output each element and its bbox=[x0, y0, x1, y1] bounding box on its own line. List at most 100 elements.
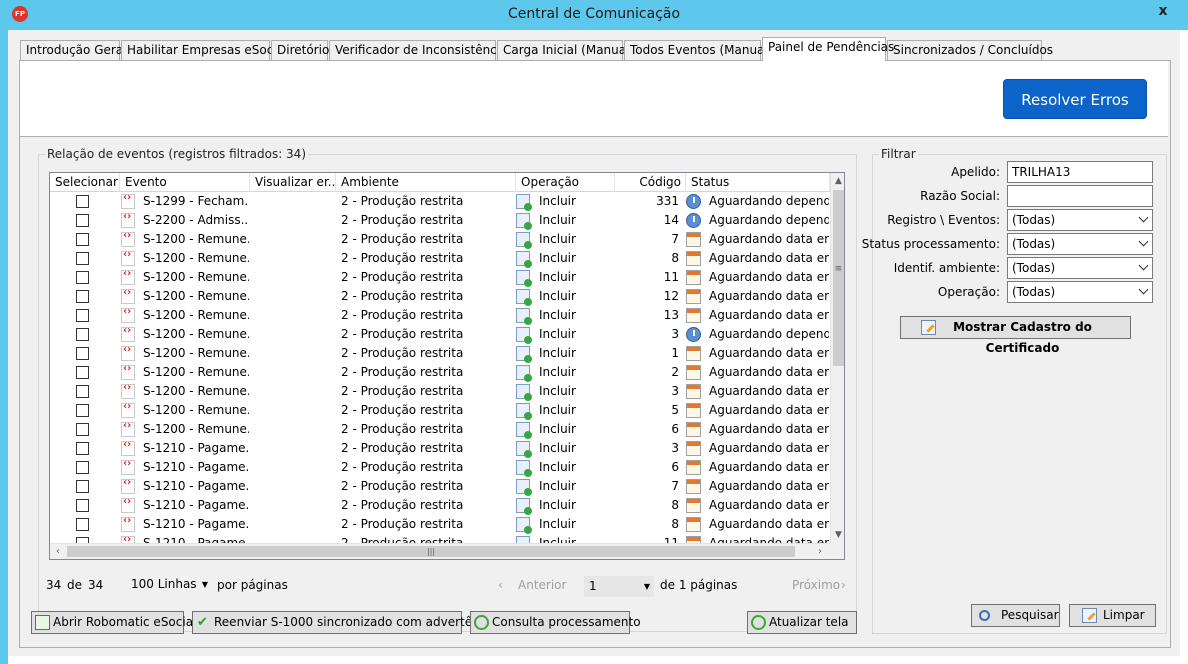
column-header[interactable]: Visualizar er... bbox=[250, 173, 336, 192]
select-checkbox[interactable] bbox=[76, 461, 89, 474]
select-checkbox[interactable] bbox=[76, 290, 89, 303]
include-document-icon bbox=[516, 441, 532, 458]
table-row[interactable]: S-1210 - Pagame... 2 - Produção restrita I… bbox=[50, 477, 830, 496]
include-document-icon bbox=[516, 403, 532, 420]
apelido-field[interactable]: TRILHA13 bbox=[1007, 161, 1153, 183]
close-button[interactable]: x bbox=[1145, 0, 1181, 22]
tab-item[interactable]: Habilitar Empresas eSocial bbox=[121, 40, 287, 60]
select-checkbox[interactable] bbox=[76, 366, 89, 379]
table-row[interactable]: S-1200 - Remune... 2 - Produção restrita I… bbox=[50, 249, 830, 268]
tab-item[interactable]: Todos Eventos (Manual) bbox=[624, 40, 772, 60]
select-checkbox[interactable] bbox=[76, 442, 89, 455]
select-checkbox[interactable] bbox=[76, 423, 89, 436]
calendar-icon bbox=[686, 517, 701, 532]
scroll-down-icon[interactable]: ▼ bbox=[831, 527, 844, 543]
table-row[interactable]: S-1200 - Remune... 2 - Produção restrita I… bbox=[50, 363, 830, 382]
environment-cell: 2 - Produção restrita bbox=[341, 536, 464, 543]
column-header[interactable]: Status bbox=[686, 173, 830, 192]
vertical-scrollbar[interactable]: ▲ ≡ ▼ bbox=[830, 173, 844, 543]
select-checkbox[interactable] bbox=[76, 518, 89, 531]
column-header[interactable]: Selecionar bbox=[50, 173, 120, 192]
select-checkbox[interactable] bbox=[76, 252, 89, 265]
table-row[interactable]: S-1200 - Remune... 2 - Produção restrita I… bbox=[50, 306, 830, 325]
column-header[interactable]: Operação bbox=[516, 173, 615, 192]
tab-item[interactable]: Verificador de Inconsistências bbox=[329, 40, 514, 60]
prev-chevron-icon[interactable]: ‹ bbox=[498, 578, 503, 592]
select-checkbox[interactable] bbox=[76, 480, 89, 493]
table-row[interactable]: S-1200 - Remune... 2 - Produção restrita I… bbox=[50, 287, 830, 306]
table-row[interactable]: S-2200 - Admiss... 2 - Produção restrita I… bbox=[50, 211, 830, 230]
table-row[interactable]: S-1210 - Pagame... 2 - Produção restrita I… bbox=[50, 439, 830, 458]
resend-s1000-button[interactable]: Reenviar S-1000 sincronizado com advertê… bbox=[192, 611, 497, 634]
xml-event-icon bbox=[121, 287, 135, 304]
identif-ambiente-select[interactable]: (Todas) bbox=[1007, 257, 1153, 279]
resolve-errors-button[interactable]: Resolver Erros bbox=[1003, 79, 1147, 119]
select-checkbox[interactable] bbox=[76, 271, 89, 284]
show-certificate-button[interactable]: Mostrar Cadastro do Certificado bbox=[900, 316, 1131, 355]
table-row[interactable]: S-1200 - Remune... 2 - Produção restrita I… bbox=[50, 382, 830, 401]
column-header[interactable]: Código bbox=[615, 173, 686, 192]
event-cell: S-1200 - Remune... bbox=[143, 308, 249, 322]
code-cell: 331 bbox=[656, 194, 679, 208]
table-row[interactable]: S-1200 - Remune... 2 - Produção restrita I… bbox=[50, 268, 830, 287]
table-row[interactable]: S-1210 - Pagame... 2 - Produção restrita I… bbox=[50, 496, 830, 515]
select-checkbox[interactable] bbox=[76, 195, 89, 208]
scroll-right-icon[interactable]: › bbox=[812, 544, 828, 559]
rows-per-page-select[interactable]: 100 Linhas ▼ bbox=[126, 574, 212, 595]
clear-button[interactable]: Limpar bbox=[1069, 604, 1156, 627]
tab-item[interactable]: Painel de Pendências bbox=[762, 37, 894, 61]
tab-item[interactable]: Sincronizados / Concluídos bbox=[887, 40, 1053, 60]
select-checkbox[interactable] bbox=[76, 309, 89, 322]
tab-item[interactable]: Carga Inicial (Manual) bbox=[497, 40, 634, 60]
select-checkbox[interactable] bbox=[76, 233, 89, 246]
prev-page-link[interactable]: Anterior bbox=[518, 578, 566, 592]
table-row[interactable]: S-1210 - Pagame... 2 - Produção restrita I… bbox=[50, 534, 830, 543]
table-row[interactable]: S-1210 - Pagame... 2 - Produção restrita I… bbox=[50, 515, 830, 534]
table-row[interactable]: S-1200 - Remune... 2 - Produção restrita I… bbox=[50, 230, 830, 249]
select-checkbox[interactable] bbox=[76, 499, 89, 512]
open-robomatic-button[interactable]: Abrir Robomatic eSocial bbox=[31, 611, 196, 634]
select-checkbox[interactable] bbox=[76, 328, 89, 341]
event-cell: S-1200 - Remune... bbox=[143, 403, 249, 417]
include-document-icon bbox=[516, 517, 532, 534]
page-select[interactable]: 1 ▼ bbox=[584, 576, 654, 597]
select-checkbox[interactable] bbox=[76, 214, 89, 227]
select-checkbox[interactable] bbox=[76, 404, 89, 417]
horizontal-scrollbar[interactable]: ‹ ||| › bbox=[50, 543, 830, 559]
operacao-select[interactable]: (Todas) bbox=[1007, 281, 1153, 303]
table-row[interactable]: S-1200 - Remune... 2 - Produção restrita I… bbox=[50, 344, 830, 363]
consult-processing-button[interactable]: Consulta processamento bbox=[470, 611, 641, 634]
table-row[interactable]: S-1200 - Remune... 2 - Produção restrita I… bbox=[50, 325, 830, 344]
refresh-screen-button[interactable]: Atualizar tela bbox=[747, 611, 857, 634]
razao-social-field[interactable] bbox=[1007, 185, 1153, 207]
event-cell: S-2200 - Admiss... bbox=[143, 213, 249, 227]
horizontal-scroll-thumb[interactable]: ||| bbox=[67, 546, 795, 557]
tab-item[interactable]: Diretório bbox=[271, 40, 329, 60]
registro-eventos-select[interactable]: (Todas) bbox=[1007, 209, 1153, 231]
table-row[interactable]: S-1200 - Remune... 2 - Produção restrita I… bbox=[50, 401, 830, 420]
grid-header: Selecionar Evento Visualizar er... Ambiente… bbox=[50, 173, 830, 192]
status-processamento-value: (Todas) bbox=[1012, 237, 1056, 251]
xml-event-icon bbox=[121, 268, 135, 285]
event-cell: S-1200 - Remune... bbox=[143, 346, 249, 360]
table-row[interactable]: S-1210 - Pagame... 2 - Produção restrita I… bbox=[50, 458, 830, 477]
table-row[interactable]: S-1299 - Fecham... 2 - Produção restrita I… bbox=[50, 192, 830, 211]
environment-cell: 2 - Produção restrita bbox=[341, 365, 464, 379]
next-page-link[interactable]: Próximo bbox=[792, 578, 840, 592]
xml-event-icon bbox=[121, 458, 135, 475]
status-processamento-select[interactable]: (Todas) bbox=[1007, 233, 1153, 255]
select-checkbox[interactable] bbox=[76, 347, 89, 360]
search-label: Pesquisar bbox=[1001, 608, 1059, 622]
search-button[interactable]: Pesquisar bbox=[971, 604, 1060, 627]
select-checkbox[interactable] bbox=[76, 385, 89, 398]
include-document-icon bbox=[516, 422, 532, 439]
next-chevron-icon[interactable]: › bbox=[841, 578, 846, 592]
column-header[interactable]: Ambiente bbox=[336, 173, 516, 192]
grid-body: S-1299 - Fecham... 2 - Produção restrita I… bbox=[50, 192, 830, 543]
xml-event-icon bbox=[121, 363, 135, 380]
tab-item[interactable]: Introdução Geral bbox=[20, 40, 127, 60]
scroll-left-icon[interactable]: ‹ bbox=[50, 544, 66, 559]
calendar-icon bbox=[686, 479, 701, 494]
table-row[interactable]: S-1200 - Remune... 2 - Produção restrita I… bbox=[50, 420, 830, 439]
column-header[interactable]: Evento bbox=[120, 173, 250, 192]
